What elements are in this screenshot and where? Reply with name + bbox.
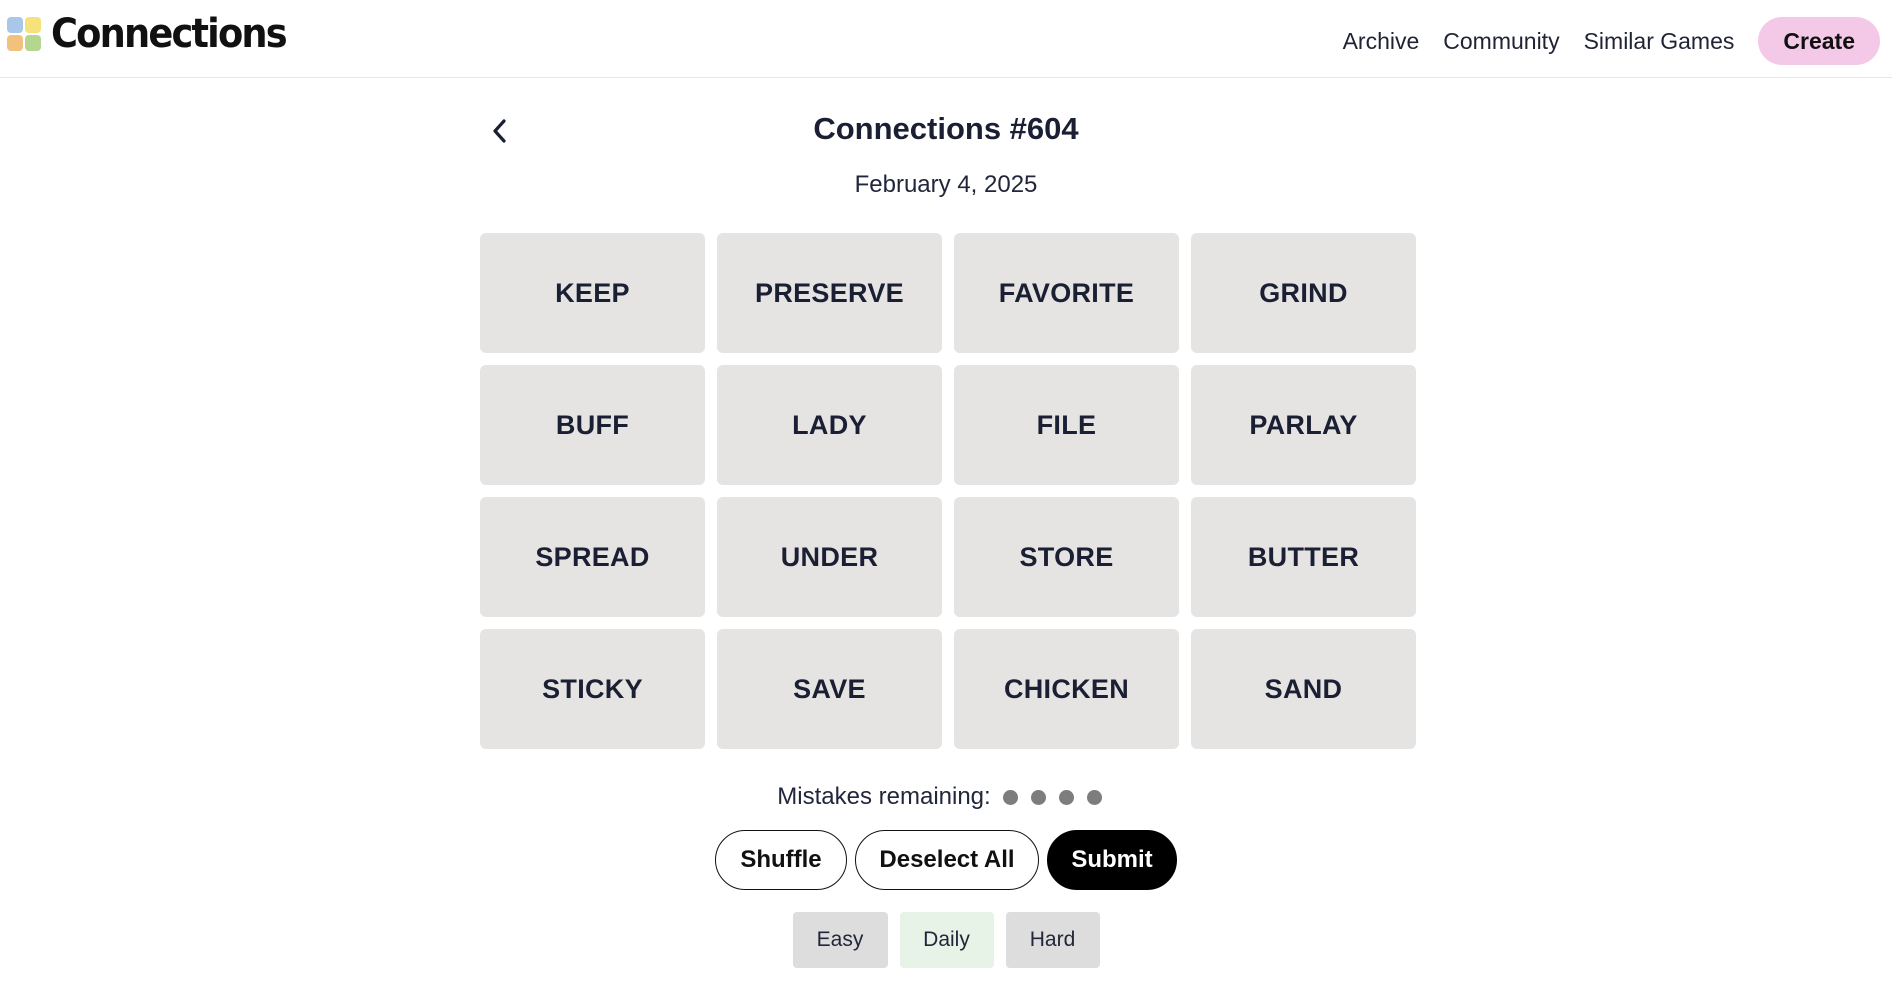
- puzzle-date: February 4, 2025: [854, 171, 1038, 198]
- word-tile[interactable]: PARLAY: [1191, 365, 1416, 485]
- word-tile[interactable]: UNDER: [717, 497, 942, 617]
- site-logo[interactable]: Connections: [7, 14, 306, 54]
- difficulty-modes: Easy Daily Hard: [0, 912, 1892, 968]
- word-tile[interactable]: SAVE: [717, 629, 942, 749]
- logo-grid-icon: [7, 17, 41, 51]
- mistakes-label: Mistakes remaining:: [777, 783, 991, 810]
- word-grid: KEEP PRESERVE FAVORITE GRIND BUFF LADY F…: [480, 233, 1416, 749]
- puzzle-title: Connections #604: [813, 111, 1079, 146]
- word-tile[interactable]: FAVORITE: [954, 233, 1179, 353]
- top-navigation-bar: Connections Archive Community Similar Ga…: [0, 0, 1892, 78]
- word-tile[interactable]: BUTTER: [1191, 497, 1416, 617]
- mode-hard[interactable]: Hard: [1005, 912, 1100, 968]
- logo-square-blue: [7, 17, 23, 33]
- mistake-dot: [1002, 789, 1018, 805]
- word-tile[interactable]: CHICKEN: [954, 629, 1179, 749]
- word-tile[interactable]: STORE: [954, 497, 1179, 617]
- submit-button[interactable]: Submit: [1047, 830, 1177, 890]
- word-tile[interactable]: STICKY: [480, 629, 705, 749]
- word-tile[interactable]: PRESERVE: [717, 233, 942, 353]
- mistake-dot: [1058, 789, 1074, 805]
- create-button[interactable]: Create: [1758, 17, 1880, 65]
- site-title: Connections: [51, 11, 288, 57]
- nav-link-similar-games[interactable]: Similar Games: [1584, 28, 1735, 55]
- mode-easy[interactable]: Easy: [792, 912, 888, 968]
- mistake-dot: [1030, 789, 1046, 805]
- mode-daily[interactable]: Daily: [899, 912, 994, 968]
- nav-link-archive[interactable]: Archive: [1343, 28, 1420, 55]
- logo-square-green: [25, 35, 41, 51]
- logo-square-yellow: [25, 17, 41, 33]
- word-tile[interactable]: SPREAD: [480, 497, 705, 617]
- logo-square-orange: [7, 35, 23, 51]
- word-tile[interactable]: BUFF: [480, 365, 705, 485]
- word-tile[interactable]: FILE: [954, 365, 1179, 485]
- word-tile[interactable]: LADY: [717, 365, 942, 485]
- mistakes-indicator: Mistakes remaining:: [0, 783, 1892, 811]
- word-tile[interactable]: GRIND: [1191, 233, 1416, 353]
- nav-link-community[interactable]: Community: [1443, 28, 1559, 55]
- deselect-all-button[interactable]: Deselect All: [855, 830, 1039, 890]
- mistake-dot: [1086, 789, 1102, 805]
- action-buttons: Shuffle Deselect All Submit: [0, 830, 1892, 890]
- word-tile[interactable]: KEEP: [480, 233, 705, 353]
- shuffle-button[interactable]: Shuffle: [715, 830, 847, 890]
- word-tile[interactable]: SAND: [1191, 629, 1416, 749]
- mistake-dots: [1002, 789, 1115, 805]
- main-nav: Archive Community Similar Games Create: [1319, 17, 1892, 65]
